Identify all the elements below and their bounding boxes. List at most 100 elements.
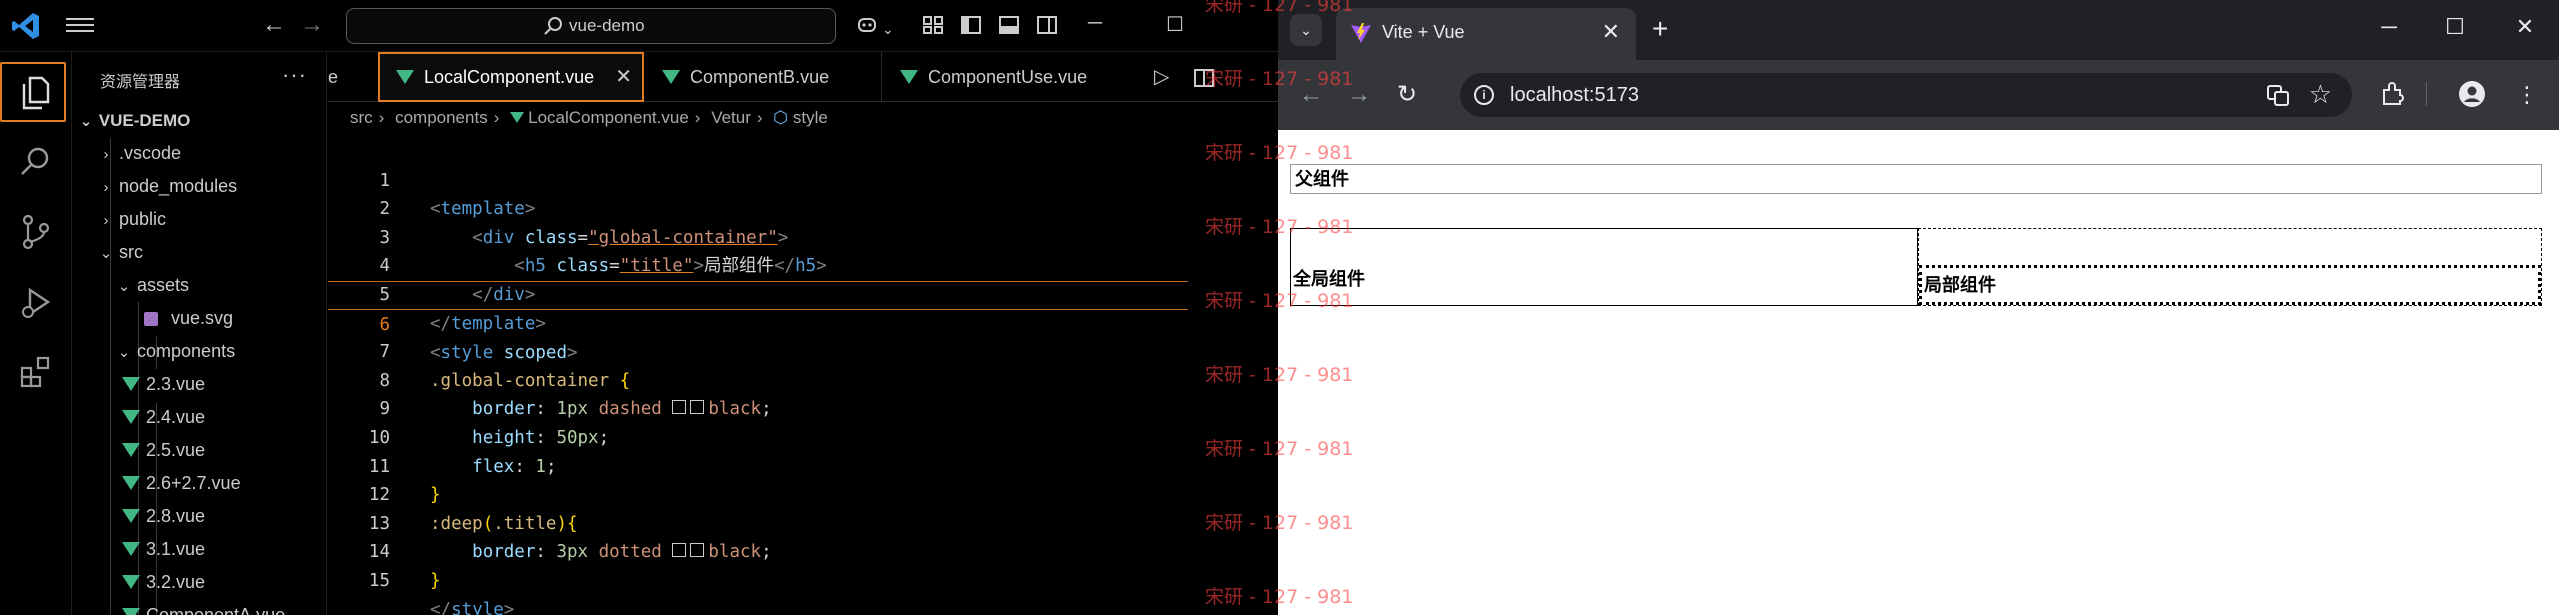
local-component-title: 局部组件 (1919, 265, 2541, 305)
reload-icon[interactable]: ↻ (1392, 82, 1422, 108)
code-line: 13 border: 3px dotted black; (368, 513, 772, 563)
editor-tab-truncated[interactable]: e (328, 52, 378, 102)
toggle-secondary-sidebar-icon[interactable] (1036, 14, 1058, 36)
parent-component: 父组件 (1290, 164, 2542, 194)
vue-file-icon (122, 542, 140, 557)
code-line: 4 </div> (379, 256, 536, 305)
copilot-chevron-icon[interactable]: ⌄ (882, 16, 894, 42)
minimize-button[interactable]: ─ (2374, 14, 2404, 40)
tree-item-file[interactable]: 2.4.vue (122, 401, 205, 434)
vscode-logo-icon (12, 13, 39, 39)
tree-item-vscode[interactable]: › .vscode (98, 137, 182, 170)
tree-item-file[interactable]: 2.3.vue (122, 368, 205, 401)
tree-item-file[interactable]: 3.2.vue (122, 566, 205, 599)
vue-file-icon (122, 509, 140, 524)
breadcrumb-item[interactable]: LocalComponent.vue (528, 108, 689, 127)
breadcrumb-item[interactable]: src (350, 108, 373, 127)
editor-tab-componentb[interactable]: ComponentB.vue (646, 52, 882, 102)
maximize-button[interactable]: ☐ (1160, 12, 1190, 37)
breadcrumb-item[interactable]: Vetur (711, 108, 751, 127)
more-actions-icon[interactable]: ··· (282, 62, 307, 88)
chevron-down-icon: ⌄ (99, 245, 113, 262)
vue-file-icon (662, 70, 680, 85)
tree-root[interactable]: ⌄ VUE-DEMO (78, 104, 191, 137)
tree-item-vue-svg[interactable]: vue.svg (144, 302, 233, 335)
browser-tab[interactable]: Vite + Vue ✕ (1336, 8, 1636, 60)
chevron-down-icon: ⌄ (117, 344, 131, 361)
breadcrumb: src › components › LocalComponent.vue › Vet… (350, 108, 828, 127)
code-line: 1 <template> (379, 170, 536, 220)
tree-item-node-modules[interactable]: › node_modules (98, 170, 238, 203)
vue-file-icon (900, 70, 918, 85)
close-window-button[interactable]: ✕ (2510, 14, 2540, 40)
tree-item-assets[interactable]: ⌄ assets (116, 269, 189, 302)
code-line: 10 flex: 1; (368, 427, 557, 477)
forward-arrow-icon[interactable]: → (300, 12, 324, 38)
chrome-window: ⌄ Vite + Vue ✕ + ─ ☐ ✕ ← → ↻ i localhost… (1278, 0, 2559, 615)
source-control-icon[interactable] (16, 212, 56, 252)
chrome-toolbar: ← → ↻ i localhost:5173 ☆ ⋮ (1278, 60, 2559, 130)
chevron-down-icon: ⌄ (117, 278, 131, 295)
vue-file-icon (396, 70, 414, 85)
code-line: 7 .global-container { (379, 342, 631, 391)
customize-layout-icon[interactable] (922, 14, 944, 36)
breadcrumb-item[interactable]: style (793, 108, 828, 127)
search-icon[interactable] (16, 142, 56, 182)
address-bar[interactable]: i localhost:5173 ☆ (1460, 73, 2352, 117)
breadcrumb-item[interactable]: components (395, 108, 488, 127)
code-line: 9 height: 50px; (379, 399, 610, 448)
code-line: 12 :deep(.title){ (368, 485, 578, 534)
copilot-icon[interactable] (856, 14, 878, 36)
translate-icon[interactable] (2266, 83, 2290, 107)
tab-search-chevron-icon[interactable]: ⌄ (1290, 14, 1322, 46)
chrome-tabstrip: ⌄ Vite + Vue ✕ + ─ ☐ ✕ (1278, 0, 2559, 60)
code-line: 3 <h5 class="title">局部组件</h5> (379, 227, 827, 277)
editor-tab-localcomponent[interactable]: LocalComponent.vue ✕ (378, 52, 644, 102)
code-line: 2 <div class="global-container"> (379, 199, 789, 248)
run-debug-icon[interactable] (16, 282, 56, 322)
extensions-icon[interactable] (2378, 80, 2406, 108)
vite-favicon-icon (1351, 23, 1371, 43)
menu-hamburger-icon[interactable] (66, 14, 94, 38)
run-icon[interactable]: ▷ (1154, 52, 1194, 102)
local-component: 局部组件 (1918, 228, 2542, 306)
vue-file-icon (122, 443, 140, 458)
toggle-sidebar-icon[interactable] (960, 14, 982, 36)
back-arrow-icon[interactable]: ← (262, 12, 286, 38)
tree-item-file[interactable]: 2.5.vue (122, 434, 205, 467)
site-info-icon[interactable]: i (1474, 85, 1494, 105)
chevron-right-icon: › (103, 146, 109, 163)
kebab-menu-icon[interactable]: ⋮ (2512, 82, 2542, 108)
command-search-box[interactable]: vue-demo (346, 8, 836, 44)
explorer-sidebar: 资源管理器 ··· ⌄ VUE-DEMO › .vscode › node_mo… (72, 52, 327, 615)
editor-tab-componentuse[interactable]: ComponentUse.vue (884, 52, 1128, 102)
close-icon[interactable]: ✕ (615, 54, 632, 100)
tree-item-components[interactable]: ⌄ components (116, 335, 235, 368)
tree-item-file[interactable]: 3.1.vue (122, 533, 205, 566)
extensions-icon[interactable] (16, 352, 56, 392)
tree-item-file[interactable]: ComponentA.vue (122, 599, 285, 615)
profile-avatar-icon[interactable] (2458, 80, 2486, 108)
chevron-down-icon: ⌄ (79, 113, 93, 130)
global-component: 全局组件 (1290, 228, 1918, 306)
maximize-button[interactable]: ☐ (2440, 14, 2470, 40)
url-text[interactable]: localhost:5173 (1510, 84, 1639, 107)
toolbar-divider (2426, 82, 2427, 106)
close-tab-icon[interactable]: ✕ (1602, 19, 1620, 45)
watermark-text: 宋研 - 127 - 981 (1205, 512, 1354, 534)
tree-item-file[interactable]: 2.6+2.7.vue (122, 467, 241, 500)
web-page: 父组件 全局组件 局部组件 (1278, 130, 2559, 615)
tree-item-src[interactable]: ⌄ src (98, 236, 143, 269)
code-line: 14 } (368, 542, 441, 591)
editor-tabbar: e LocalComponent.vue ✕ ComponentB.vue Co… (328, 52, 1278, 102)
minimize-button[interactable]: ─ (1080, 12, 1110, 35)
tree-item-file[interactable]: 2.8.vue (122, 500, 205, 533)
bookmark-star-icon[interactable]: ☆ (2309, 79, 2332, 110)
explorer-icon[interactable] (16, 72, 56, 112)
new-tab-button[interactable]: + (1652, 13, 1668, 45)
watermark-text: 宋研 - 127 - 981 (1205, 438, 1354, 460)
vue-file-icon (122, 476, 140, 491)
vue-file-icon (122, 608, 140, 615)
toggle-panel-icon[interactable] (998, 14, 1020, 36)
tree-item-public[interactable]: › public (98, 203, 167, 236)
